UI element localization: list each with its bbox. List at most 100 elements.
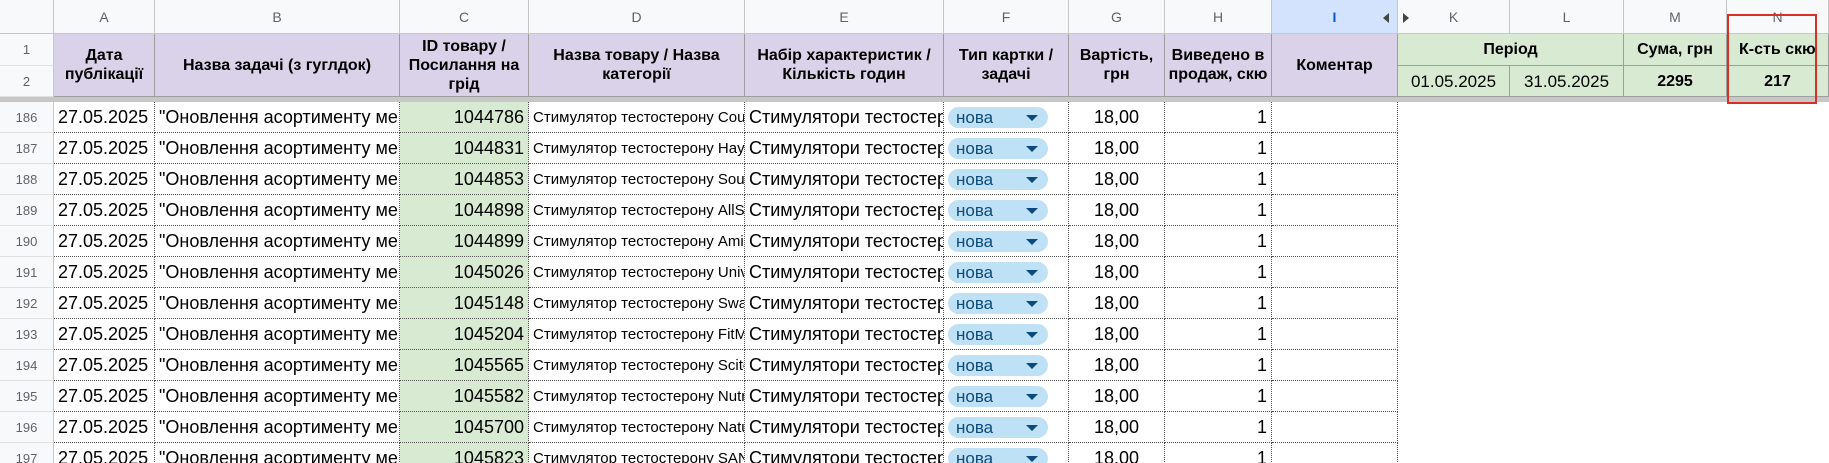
- cell-comment[interactable]: [1272, 412, 1398, 443]
- cell-task[interactable]: "Оновлення асортименту мерч: [155, 257, 400, 288]
- row-number[interactable]: 187: [0, 133, 54, 164]
- cell-task[interactable]: "Оновлення асортименту мерч: [155, 412, 400, 443]
- cell-cost[interactable]: 18,00: [1069, 443, 1165, 463]
- header-comment[interactable]: Коментар: [1272, 34, 1398, 97]
- cell-cost[interactable]: 18,00: [1069, 381, 1165, 412]
- cell-name[interactable]: Стимулятор тестостерону Swa: [529, 288, 745, 319]
- cell-chars[interactable]: Стимулятори тестостерону: [745, 195, 944, 226]
- cell-date[interactable]: 27.05.2025: [54, 412, 155, 443]
- cell-id[interactable]: 1044786: [400, 102, 529, 133]
- cell-type[interactable]: нова: [944, 350, 1069, 381]
- column-header-d[interactable]: D: [529, 0, 745, 34]
- cell-date[interactable]: 27.05.2025: [54, 319, 155, 350]
- cell-sold[interactable]: 1: [1165, 443, 1272, 463]
- type-dropdown-chip[interactable]: нова: [948, 200, 1048, 221]
- cell-cost[interactable]: 18,00: [1069, 133, 1165, 164]
- type-dropdown-chip[interactable]: нова: [948, 448, 1048, 463]
- cell-name[interactable]: Стимулятор тестостерону Ami: [529, 226, 745, 257]
- period-start-cell[interactable]: 01.05.2025: [1398, 66, 1510, 97]
- cell-sold[interactable]: 1: [1165, 102, 1272, 133]
- cell-task[interactable]: "Оновлення асортименту мерч: [155, 350, 400, 381]
- cell-chars[interactable]: Стимулятори тестостерону: [745, 381, 944, 412]
- column-header-h[interactable]: H: [1165, 0, 1272, 34]
- cell-name[interactable]: Стимулятор тестостерону Sou: [529, 164, 745, 195]
- row-number-2[interactable]: 2: [0, 66, 54, 97]
- cell-name[interactable]: Стимулятор тестостерону FitM: [529, 319, 745, 350]
- column-header-c[interactable]: C: [400, 0, 529, 34]
- cell-task[interactable]: "Оновлення асортименту мерч: [155, 226, 400, 257]
- cell-comment[interactable]: [1272, 195, 1398, 226]
- sum-value-cell[interactable]: 2295: [1624, 66, 1727, 97]
- collapse-left-icon[interactable]: [1383, 13, 1389, 23]
- cell-type[interactable]: нова: [944, 133, 1069, 164]
- cell-type[interactable]: нова: [944, 443, 1069, 463]
- dropdown-arrow-icon[interactable]: [1026, 301, 1038, 307]
- cell-comment[interactable]: [1272, 381, 1398, 412]
- row-number[interactable]: 190: [0, 226, 54, 257]
- cell-id[interactable]: 1044898: [400, 195, 529, 226]
- header-sold[interactable]: Виведено в продаж, скю: [1165, 34, 1272, 97]
- header-id[interactable]: ID товару / Посилання на грід: [400, 34, 529, 97]
- cell-type[interactable]: нова: [944, 319, 1069, 350]
- column-header-a[interactable]: A: [54, 0, 155, 34]
- row-number[interactable]: 189: [0, 195, 54, 226]
- expand-right-icon[interactable]: [1403, 13, 1409, 23]
- cell-date[interactable]: 27.05.2025: [54, 288, 155, 319]
- cell-date[interactable]: 27.05.2025: [54, 133, 155, 164]
- dropdown-arrow-icon[interactable]: [1026, 363, 1038, 369]
- row-number[interactable]: 191: [0, 257, 54, 288]
- cell-sold[interactable]: 1: [1165, 133, 1272, 164]
- cell-task[interactable]: "Оновлення асортименту мерч: [155, 133, 400, 164]
- type-dropdown-chip[interactable]: нова: [948, 262, 1048, 283]
- dropdown-arrow-icon[interactable]: [1026, 394, 1038, 400]
- cell-comment[interactable]: [1272, 226, 1398, 257]
- cell-id[interactable]: 1045148: [400, 288, 529, 319]
- cell-name[interactable]: Стимулятор тестостерону Hay: [529, 133, 745, 164]
- cell-task[interactable]: "Оновлення асортименту мерч: [155, 288, 400, 319]
- column-header-g[interactable]: G: [1069, 0, 1165, 34]
- type-dropdown-chip[interactable]: нова: [948, 293, 1048, 314]
- dropdown-arrow-icon[interactable]: [1026, 456, 1038, 462]
- cell-id[interactable]: 1044831: [400, 133, 529, 164]
- column-header-f[interactable]: F: [944, 0, 1069, 34]
- cell-type[interactable]: нова: [944, 226, 1069, 257]
- cell-date[interactable]: 27.05.2025: [54, 102, 155, 133]
- cell-chars[interactable]: Стимулятори тестостерону: [745, 288, 944, 319]
- cell-comment[interactable]: [1272, 164, 1398, 195]
- cell-sold[interactable]: 1: [1165, 350, 1272, 381]
- cell-id[interactable]: 1044853: [400, 164, 529, 195]
- cell-name[interactable]: Стимулятор тестостерону Univ: [529, 257, 745, 288]
- cell-name[interactable]: Стимулятор тестостерону AllS: [529, 195, 745, 226]
- cell-id[interactable]: 1045823: [400, 443, 529, 463]
- cell-date[interactable]: 27.05.2025: [54, 164, 155, 195]
- cell-task[interactable]: "Оновлення асортименту мерч: [155, 102, 400, 133]
- cell-chars[interactable]: Стимулятори тестостерону: [745, 164, 944, 195]
- column-header-e[interactable]: E: [745, 0, 944, 34]
- cell-chars[interactable]: Стимулятори тестостерону: [745, 350, 944, 381]
- cell-name[interactable]: Стимулятор тестостерону Natu: [529, 412, 745, 443]
- cell-chars[interactable]: Стимулятори тестостерону: [745, 257, 944, 288]
- cell-task[interactable]: "Оновлення асортименту мерч: [155, 164, 400, 195]
- cell-task[interactable]: "Оновлення асортименту мерч: [155, 195, 400, 226]
- cell-sold[interactable]: 1: [1165, 381, 1272, 412]
- header-period[interactable]: Період: [1398, 34, 1624, 66]
- dropdown-arrow-icon[interactable]: [1026, 115, 1038, 121]
- cell-date[interactable]: 27.05.2025: [54, 226, 155, 257]
- cell-id[interactable]: 1045700: [400, 412, 529, 443]
- cell-cost[interactable]: 18,00: [1069, 350, 1165, 381]
- column-header-l[interactable]: L: [1510, 0, 1624, 34]
- cell-type[interactable]: нова: [944, 164, 1069, 195]
- cell-id[interactable]: 1045582: [400, 381, 529, 412]
- cell-chars[interactable]: Стимулятори тестостерону: [745, 443, 944, 463]
- cell-name[interactable]: Стимулятор тестостерону SAN: [529, 443, 745, 463]
- cell-comment[interactable]: [1272, 133, 1398, 164]
- dropdown-arrow-icon[interactable]: [1026, 270, 1038, 276]
- select-all-corner[interactable]: [0, 0, 54, 34]
- column-header-b[interactable]: B: [155, 0, 400, 34]
- dropdown-arrow-icon[interactable]: [1026, 208, 1038, 214]
- cell-sold[interactable]: 1: [1165, 319, 1272, 350]
- cell-cost[interactable]: 18,00: [1069, 195, 1165, 226]
- cell-id[interactable]: 1044899: [400, 226, 529, 257]
- cell-type[interactable]: нова: [944, 288, 1069, 319]
- row-number-1[interactable]: 1: [0, 34, 54, 66]
